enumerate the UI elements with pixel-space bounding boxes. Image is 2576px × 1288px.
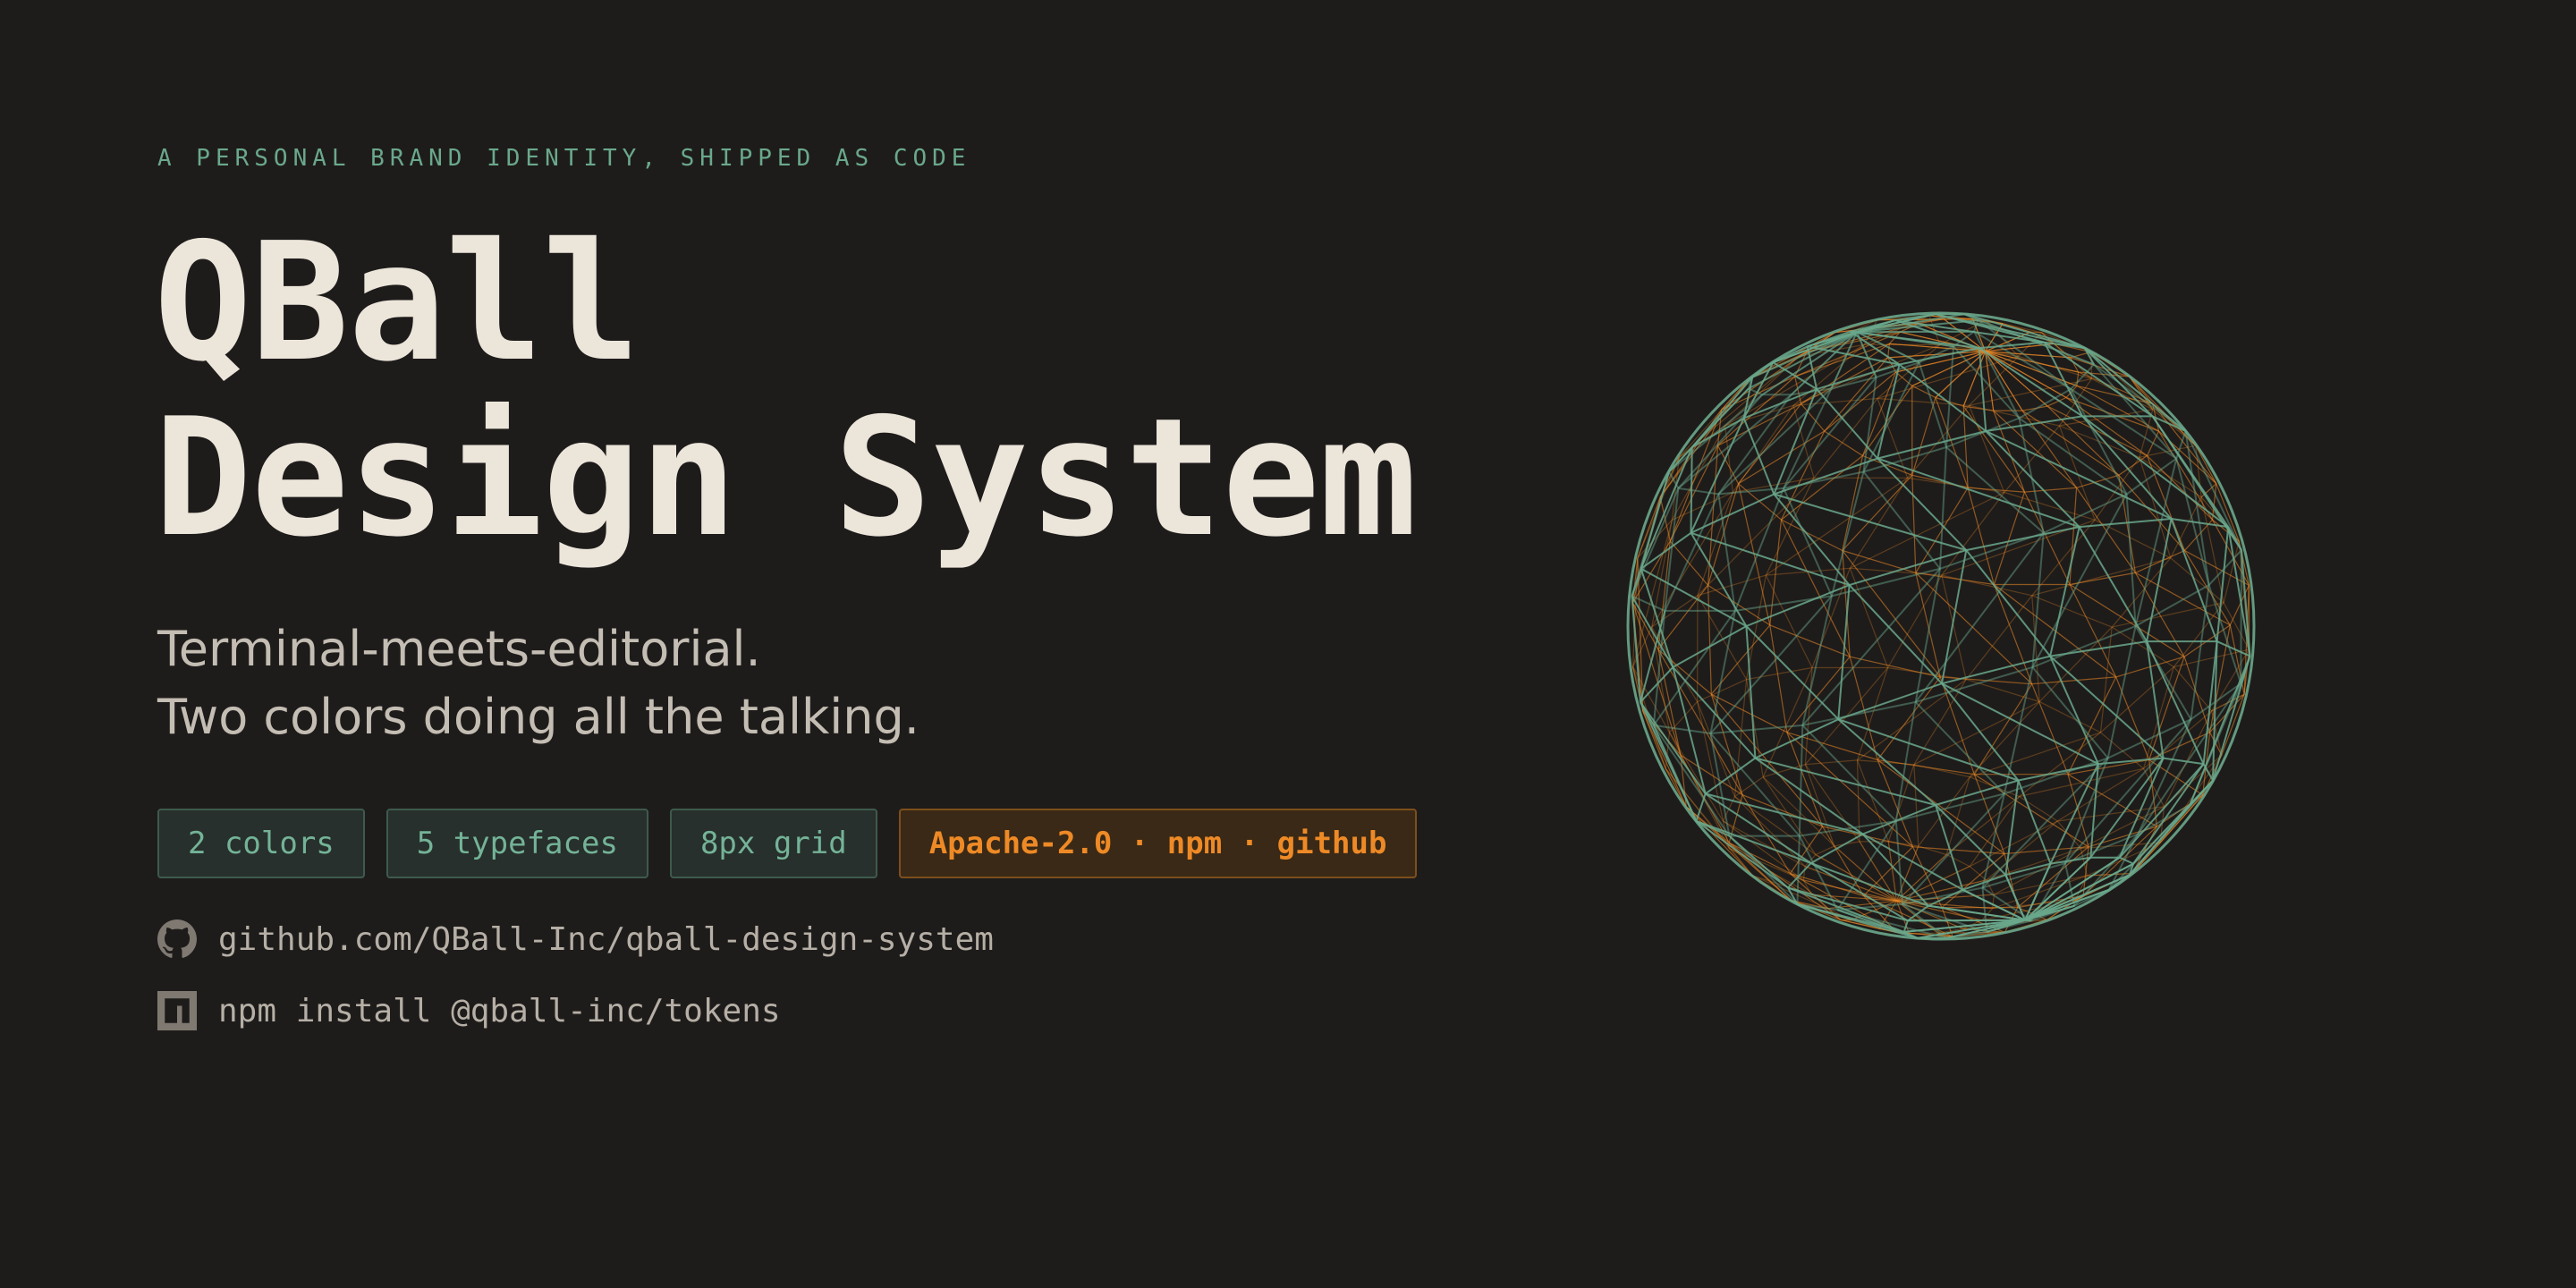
tagline-line-2: Two colors doing all the talking. [157,689,919,745]
github-link[interactable]: github.com/QBall-Inc/qball-design-system [157,919,994,959]
github-link-text: github.com/QBall-Inc/qball-design-system [218,920,994,958]
npm-install-command[interactable]: npm install @qball-inc/tokens [157,991,781,1030]
feature-chips: 2 colors 5 typefaces 8px grid Apache-2.0… [157,809,1418,878]
title-line-2: Design System [154,383,1417,572]
chip-typefaces: 5 typefaces [386,809,648,878]
npm-icon [157,991,197,1030]
npm-command-text: npm install @qball-inc/tokens [218,992,781,1030]
tagline: Terminal-meets-editorial. Two colors doi… [157,615,919,751]
title-line-1: QBall [154,208,640,397]
github-icon [157,919,197,958]
chip-colors: 2 colors [157,809,365,878]
page-title: QBall Design System [154,208,1417,572]
chip-grid: 8px grid [669,809,877,878]
chip-license: Apache-2.0 · npm · github [898,809,1418,878]
tagline-line-1: Terminal-meets-editorial. [157,621,761,677]
eyebrow-text: A PERSONAL BRAND IDENTITY, SHIPPED AS CO… [157,145,971,172]
wireframe-sphere-icon [1626,311,2256,941]
hero-page: A PERSONAL BRAND IDENTITY, SHIPPED AS CO… [0,0,2576,1288]
